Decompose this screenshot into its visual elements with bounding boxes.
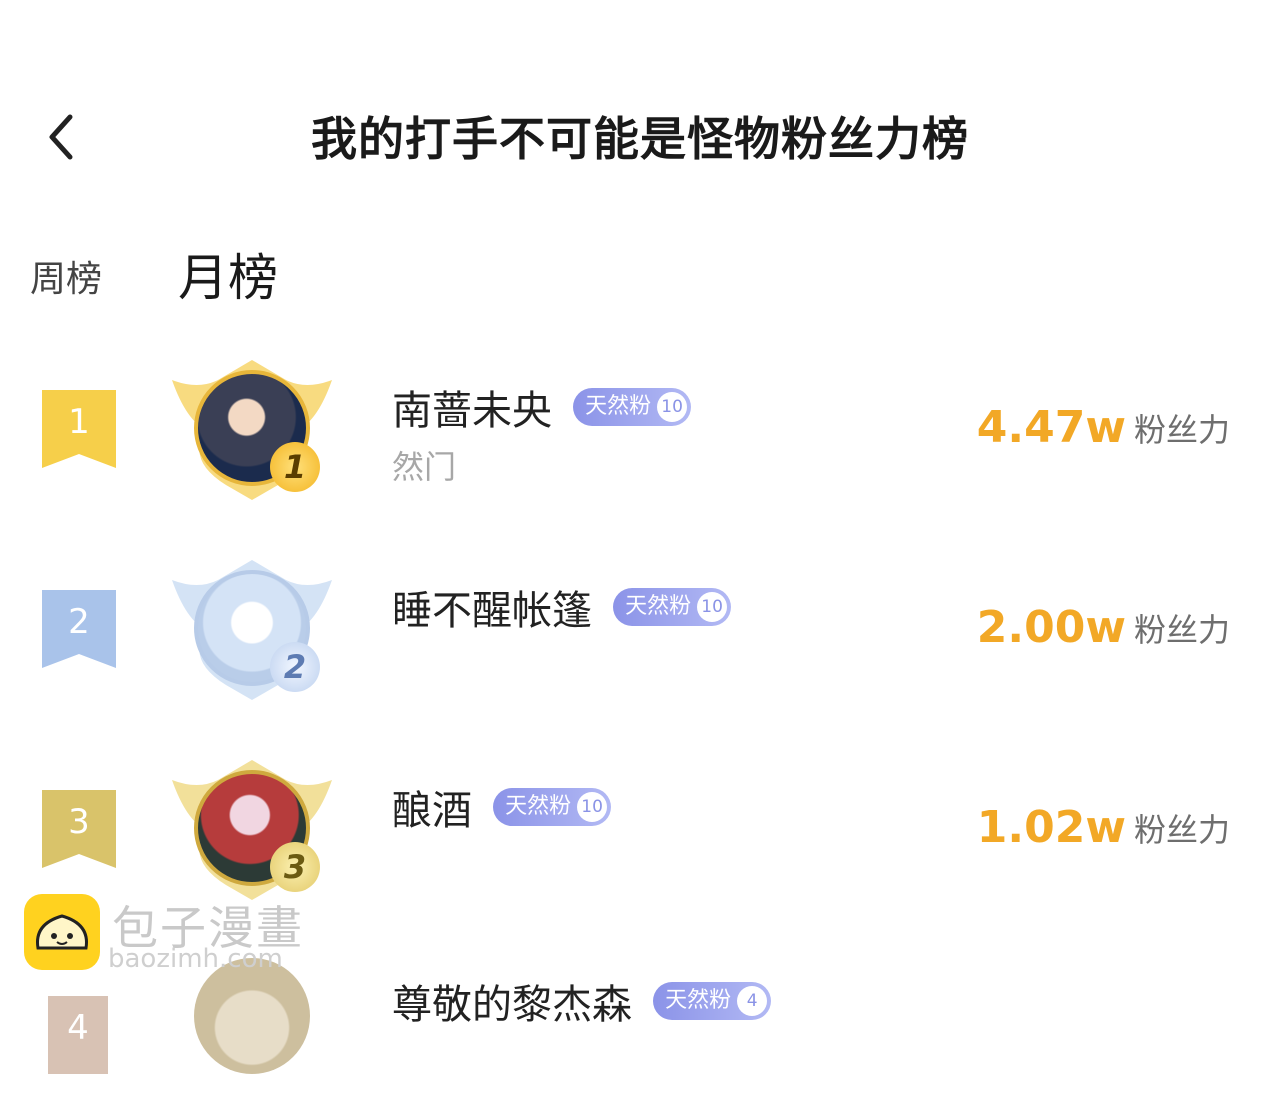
user-info: 南蔷未央 天然粉 10 [392, 378, 692, 434]
fan-power-unit: 粉丝力 [1133, 810, 1230, 849]
rank-ribbon: 3 [42, 790, 116, 868]
user-name: 睡不醒帐篷 [392, 588, 592, 634]
rank-ribbon: 1 [42, 390, 116, 468]
fan-badge-label: 天然粉 [625, 594, 692, 619]
period-tabs: 周榜 月榜 [0, 238, 1280, 308]
page-title: 我的打手不可能是怪物粉丝力榜 [311, 112, 969, 166]
fan-badge-label: 天然粉 [585, 394, 652, 419]
fan-power: 2.00w 粉丝力 [977, 602, 1230, 653]
user-info: 睡不醒帐篷 天然粉 10 [392, 578, 732, 634]
fan-badge: 天然粉 10 [493, 788, 612, 826]
fan-power: 4.47w 粉丝力 [977, 402, 1230, 453]
fan-power-unit: 粉丝力 [1133, 410, 1230, 449]
rank-number: 2 [68, 602, 90, 642]
user-info: 尊敬的黎杰森 天然粉 4 [392, 972, 772, 1028]
rank-number: 3 [68, 802, 90, 842]
tab-monthly[interactable]: 月榜 [178, 238, 278, 310]
watermark-en: baozimh.com [108, 944, 283, 974]
fan-badge: 天然粉 10 [613, 588, 732, 626]
rank-ribbon: 2 [42, 590, 116, 668]
rank-medal: 3 [270, 842, 320, 892]
rank-medal: 1 [270, 442, 320, 492]
ranking-row[interactable]: 2 2 睡不醒帐篷 天然粉 10 2.00w 粉丝力 [0, 550, 1280, 710]
ranking-row[interactable]: 1 1 南蔷未央 天然粉 10 然门 4.47w 粉丝力 [0, 350, 1280, 510]
user-name: 尊敬的黎杰森 [392, 982, 632, 1028]
avatar: 2 [166, 550, 338, 710]
avatar: 1 [166, 350, 338, 510]
tab-weekly[interactable]: 周榜 [30, 250, 102, 302]
rank-medal: 2 [270, 642, 320, 692]
avatar: 3 [166, 750, 338, 910]
user-name: 酿酒 [392, 788, 472, 834]
fan-power-value: 2.00w [976, 602, 1126, 653]
user-info: 酿酒 天然粉 10 [392, 778, 612, 834]
top-bar: 我的打手不可能是怪物粉丝力榜 [0, 95, 1280, 175]
bun-logo-icon [24, 894, 100, 970]
fan-level: 10 [577, 792, 608, 822]
user-name: 南蔷未央 [392, 388, 552, 434]
fan-power-value: 1.02w [976, 802, 1126, 853]
fan-badge-label: 天然粉 [505, 794, 572, 819]
fan-level: 4 [737, 986, 768, 1016]
rank-number: 4 [67, 1008, 89, 1048]
fan-badge-label: 天然粉 [665, 988, 732, 1013]
fan-power-value: 4.47w [976, 402, 1126, 453]
watermark: 包子漫畫 baozimh.com [24, 892, 324, 982]
rank-number: 1 [68, 402, 90, 442]
ranking-row[interactable]: 3 3 酿酒 天然粉 10 1.02w 粉丝力 [0, 750, 1280, 910]
fan-power: 1.02w 粉丝力 [977, 802, 1230, 853]
fan-level: 10 [697, 592, 728, 622]
user-subtitle: 然门 [392, 448, 457, 486]
fan-level: 10 [657, 392, 688, 422]
rank-ribbon: 4 [48, 996, 108, 1074]
fan-power-unit: 粉丝力 [1133, 610, 1230, 649]
fan-badge: 天然粉 10 [573, 388, 692, 426]
fan-badge: 天然粉 4 [653, 982, 772, 1020]
